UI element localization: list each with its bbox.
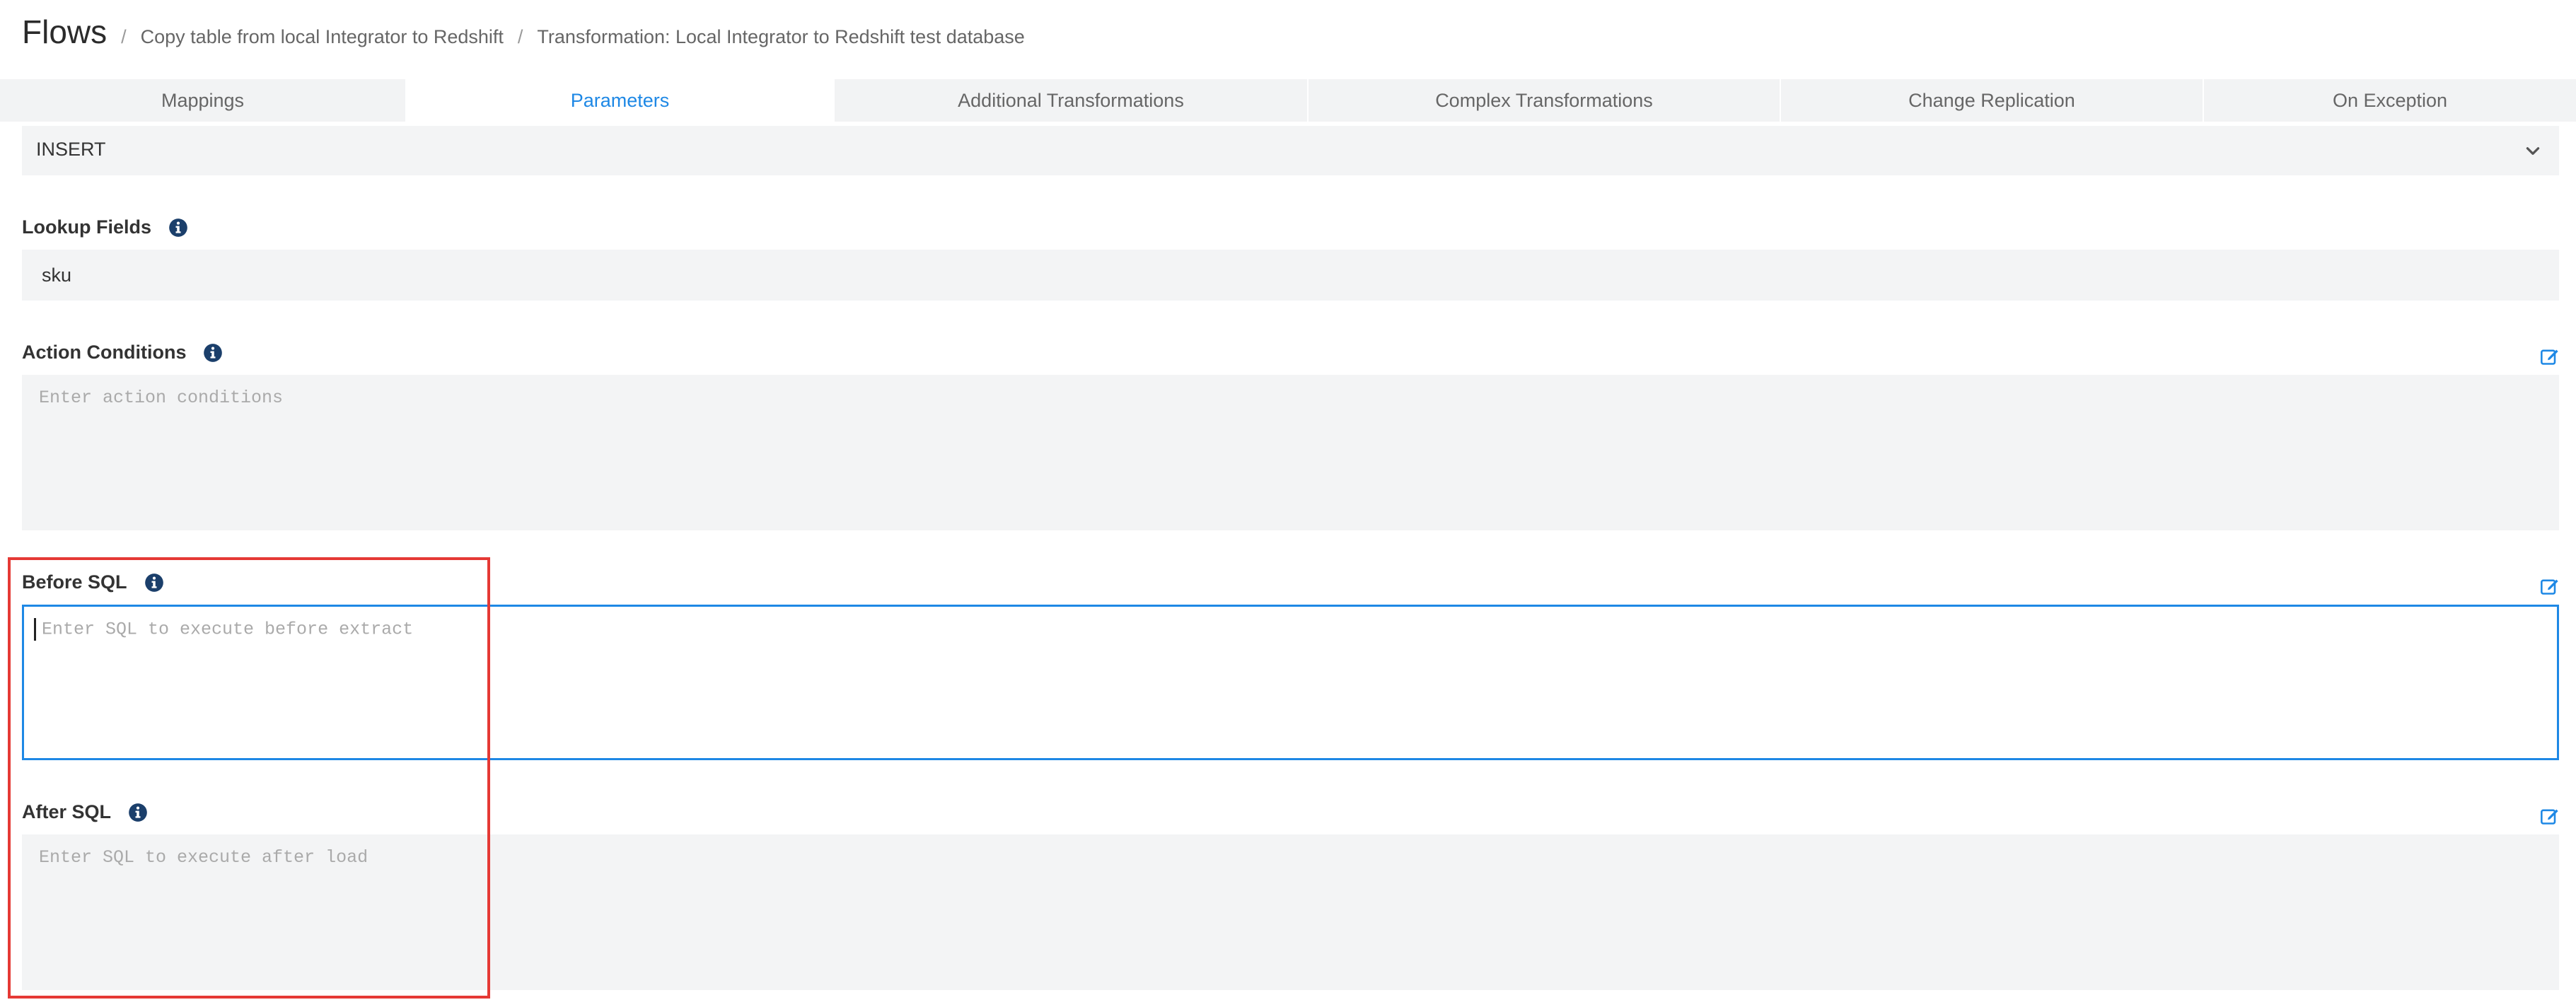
edit-icon[interactable] (2540, 347, 2560, 366)
text-cursor (34, 618, 36, 641)
action-select-value: INSERT (36, 139, 106, 160)
before-sql-label-text: Before SQL (22, 571, 127, 593)
action-conditions-label-text: Action Conditions (22, 342, 187, 363)
after-sql-textarea[interactable]: Enter SQL to execute after load (22, 834, 2559, 990)
after-sql-label-text: After SQL (22, 801, 112, 822)
breadcrumb-transformation: Transformation: Local Integrator to Reds… (537, 26, 1025, 47)
chevron-down-icon[interactable] (2524, 141, 2542, 160)
edit-icon[interactable] (2540, 576, 2560, 596)
tab-mappings[interactable]: Mappings (0, 79, 407, 122)
tab-bar: Mappings Parameters Additional Transform… (0, 79, 2576, 122)
flow-parameters-page: Flows / Copy table from local Integrator… (0, 0, 2576, 1007)
action-conditions-placeholder: Enter action conditions (39, 388, 284, 408)
info-icon[interactable] (144, 573, 164, 593)
action-conditions-label: Action Conditions (22, 342, 223, 363)
before-sql-placeholder: Enter SQL to execute before extract (42, 619, 414, 640)
after-sql-label: After SQL (22, 801, 148, 823)
tab-additional-transformations[interactable]: Additional Transformations (835, 79, 1309, 122)
action-conditions-textarea[interactable]: Enter action conditions (22, 375, 2559, 530)
breadcrumb-separator: / (121, 26, 127, 47)
lookup-fields-label-text: Lookup Fields (22, 216, 152, 238)
lookup-fields-input[interactable]: sku (22, 250, 2559, 301)
lookup-fields-label: Lookup Fields (22, 216, 188, 238)
tab-change-replication[interactable]: Change Replication (1781, 79, 2204, 122)
before-sql-textarea[interactable]: Enter SQL to execute before extract (22, 605, 2559, 760)
tab-on-exception[interactable]: On Exception (2204, 79, 2576, 122)
info-icon[interactable] (128, 803, 148, 822)
after-sql-placeholder: Enter SQL to execute after load (39, 847, 369, 868)
breadcrumb: Flows / Copy table from local Integrator… (22, 13, 1025, 55)
before-sql-label: Before SQL (22, 571, 164, 593)
action-select[interactable]: INSERT (22, 126, 2559, 175)
page-title[interactable]: Flows (22, 13, 107, 51)
tab-parameters[interactable]: Parameters (407, 79, 835, 122)
tab-complex-transformations[interactable]: Complex Transformations (1309, 79, 1781, 122)
edit-icon[interactable] (2540, 806, 2560, 826)
info-icon[interactable] (168, 218, 188, 238)
info-icon[interactable] (203, 343, 223, 363)
breadcrumb-separator: / (517, 26, 523, 47)
breadcrumb-flow[interactable]: Copy table from local Integrator to Reds… (141, 26, 504, 48)
